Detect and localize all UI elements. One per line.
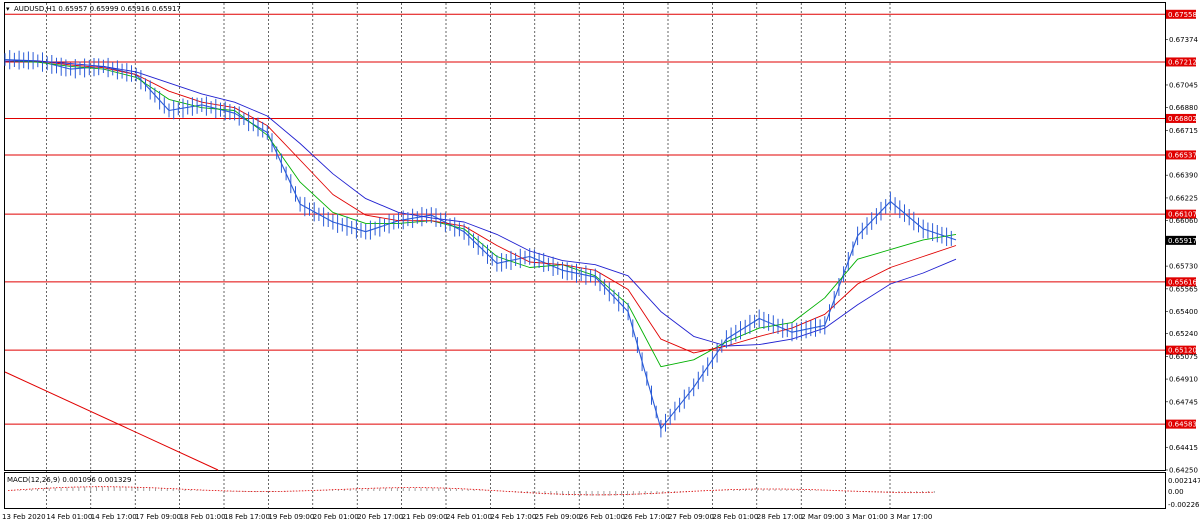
- current-price-label: 0.65917: [1168, 237, 1197, 245]
- price-tick-label: 0.66715: [1169, 127, 1198, 135]
- time-label: 25 Feb 09:00: [535, 513, 581, 521]
- time-label: 14 Feb 01:00: [46, 513, 92, 521]
- time-label: 28 Feb 17:00: [757, 513, 803, 521]
- time-label: 17 Feb 09:00: [135, 513, 181, 521]
- time-label: 28 Feb 01:00: [712, 513, 758, 521]
- trend-line[interactable]: [4, 371, 219, 471]
- time-label: 19 Feb 09:00: [268, 513, 314, 521]
- price-tick-label: 0.64745: [1169, 398, 1198, 406]
- price-tick-label: 0.66225: [1169, 194, 1198, 202]
- level-price-label: 0.66802: [1168, 115, 1197, 123]
- chart-window[interactable]: 0.67558 0.67212 0.66802 0.66537 0.66107 0.656…: [0, 0, 1200, 524]
- level-price-label: 0.66537: [1168, 151, 1197, 159]
- time-label: 20 Feb 17:00: [357, 513, 403, 521]
- price-line: [4, 58, 957, 430]
- macd-tick-top: 0.002147: [1168, 477, 1200, 485]
- macd-signal-line: [7, 486, 935, 496]
- price-axis: 0.67374 0.67045 0.66880 0.66715 0.66390 0.662…: [1165, 36, 1198, 475]
- time-label: 27 Feb 09:00: [668, 513, 714, 521]
- time-label: 26 Feb 17:00: [624, 513, 670, 521]
- grid: [46, 3, 891, 508]
- price-tick-label: 0.65730: [1169, 263, 1198, 271]
- time-label: 24 Feb 01:00: [446, 513, 492, 521]
- chart-canvas[interactable]: 0.675580.672120.668020.665370.661070.656…: [0, 0, 1200, 524]
- price-tick-label: 0.65400: [1169, 308, 1198, 316]
- macd-layer: [7, 486, 935, 496]
- time-label: 18 Feb 01:00: [180, 513, 226, 521]
- macd-tick-bottom: -0.002265: [1168, 501, 1200, 509]
- horizontal-levels[interactable]: 0.675580.672120.668020.665370.661070.656…: [5, 9, 1197, 429]
- price-tick-label: 0.65565: [1169, 285, 1198, 293]
- level-price-label: 0.64583: [1168, 421, 1197, 429]
- time-label: 3 Mar 01:00: [846, 513, 888, 521]
- price-tick-label: 0.65075: [1169, 353, 1198, 361]
- time-label: 13 Feb 2020: [2, 513, 46, 521]
- price-tick-label: 0.65240: [1169, 330, 1198, 338]
- time-label: 24 Feb 17:00: [490, 513, 536, 521]
- price-tick-label: 0.64910: [1169, 376, 1198, 384]
- triangle-down-icon[interactable]: ▾: [6, 5, 10, 13]
- ma-mid-line: [5, 60, 957, 354]
- time-label: 20 Feb 01:00: [313, 513, 359, 521]
- price-tick-label: 0.64415: [1169, 444, 1198, 452]
- ma-slow-line: [5, 60, 957, 347]
- macd-label: MACD(12,26,9) 0.001096 0.001329: [7, 476, 131, 484]
- price-tick-label: 0.64250: [1169, 467, 1198, 475]
- price-tick-label: 0.66390: [1169, 172, 1198, 180]
- main-chart-frame: [4, 2, 1166, 471]
- time-label: 3 Mar 17:00: [890, 513, 932, 521]
- symbol-info: AUDUSD,H1 0.65957 0.65999 0.65916 0.6591…: [14, 5, 181, 13]
- time-axis: 13 Feb 2020 14 Feb 01:0014 Feb 17:0017 Fe…: [2, 513, 932, 521]
- time-label: 2 Mar 09:00: [801, 513, 843, 521]
- price-tick-label: 0.66060: [1169, 217, 1198, 225]
- price-series: [4, 50, 957, 438]
- time-label: 21 Feb 09:00: [402, 513, 448, 521]
- price-tick-label: 0.67374: [1169, 36, 1198, 44]
- time-label: 26 Feb 01:00: [579, 513, 625, 521]
- level-price-label: 0.67212: [1168, 58, 1197, 66]
- level-price-label: 0.67558: [1168, 11, 1197, 19]
- macd-tick-zero: 0.00: [1168, 488, 1184, 496]
- price-tick-label: 0.67045: [1169, 81, 1198, 89]
- time-label: 18 Feb 17:00: [224, 513, 270, 521]
- time-label: 14 Feb 17:00: [91, 513, 137, 521]
- price-tick-label: 0.66880: [1169, 104, 1198, 112]
